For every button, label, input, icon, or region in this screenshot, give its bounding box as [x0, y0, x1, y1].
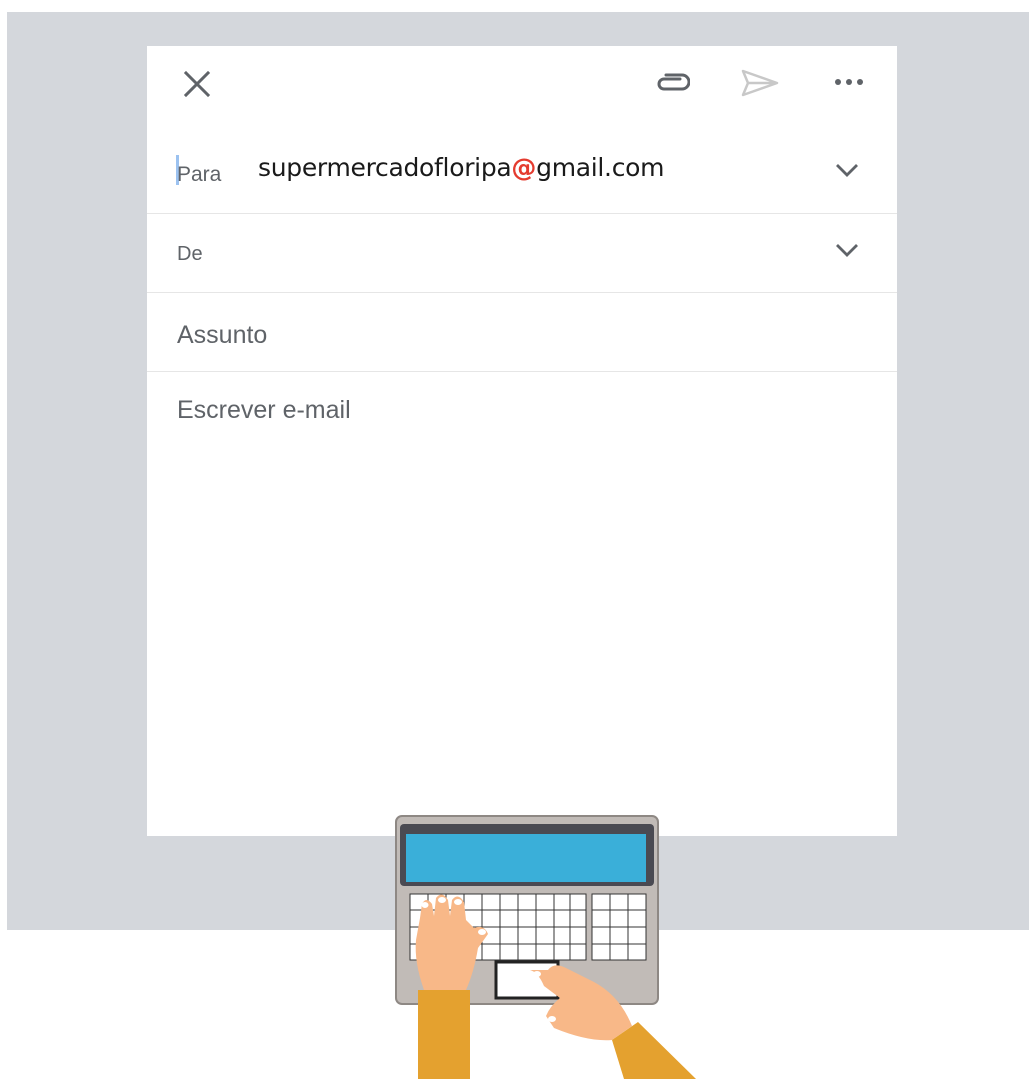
to-label: Para: [177, 163, 222, 186]
paperclip-icon[interactable]: [654, 72, 690, 96]
from-label: De: [177, 243, 203, 265]
from-field-row[interactable]: De: [147, 213, 897, 293]
to-local-part: supermercadofloripa: [258, 153, 512, 182]
email-body-input[interactable]: [177, 396, 867, 796]
subject-input[interactable]: [177, 318, 857, 352]
to-field-row[interactable]: Para supermercadofloripa@gmail.com: [147, 133, 897, 214]
subject-field-row: [147, 292, 897, 372]
close-icon[interactable]: [183, 70, 211, 98]
chevron-down-icon[interactable]: [835, 163, 859, 177]
compose-email-window: Para supermercadofloripa@gmail.com De: [147, 46, 897, 836]
at-sign: @: [511, 153, 537, 182]
laptop-typing-illustration: [395, 815, 696, 1079]
laptop-screen: [406, 834, 646, 882]
compose-toolbar: [147, 46, 897, 126]
more-horizontal-icon[interactable]: [834, 77, 866, 87]
chevron-down-icon[interactable]: [835, 243, 859, 257]
to-recipient-value[interactable]: supermercadofloripa@gmail.com: [258, 153, 665, 182]
to-domain: gmail.com: [536, 153, 665, 182]
send-icon[interactable]: [740, 68, 780, 98]
